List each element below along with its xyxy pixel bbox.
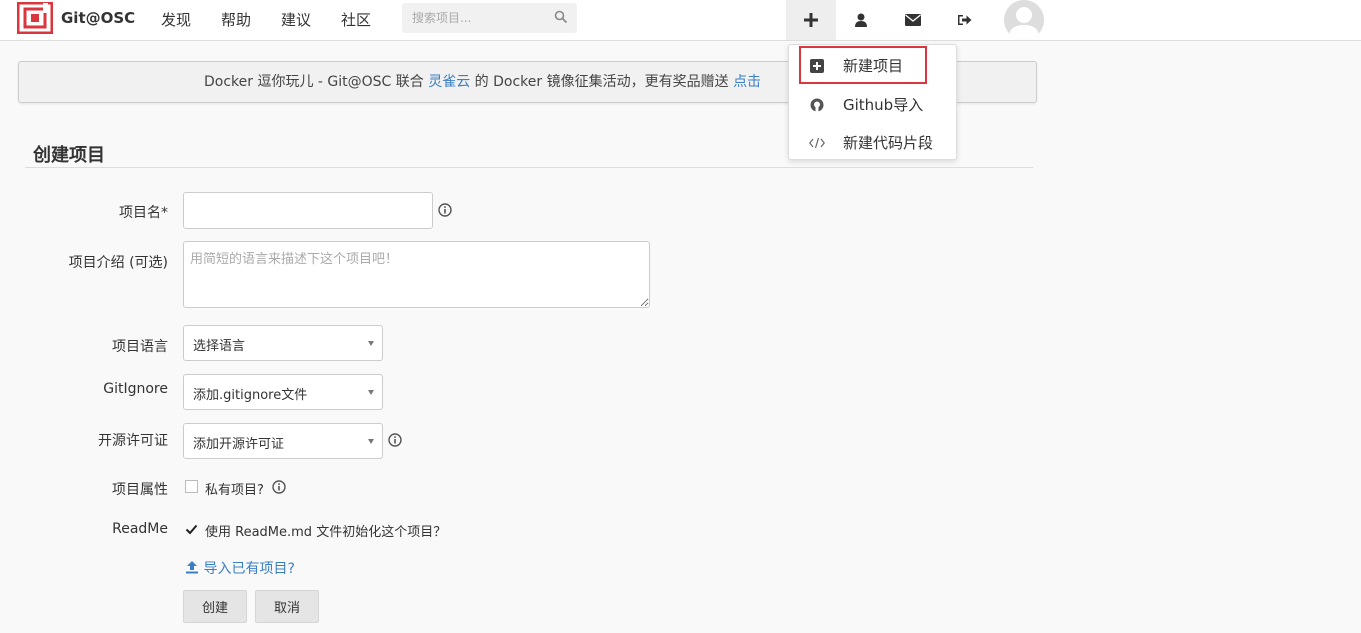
readme-checkbox-label[interactable]: 使用 ReadMe.md 文件初始化这个项目？ — [205, 521, 446, 540]
readme-label: ReadMe — [112, 521, 168, 537]
default-avatar-icon — [1004, 0, 1044, 40]
create-button[interactable]: 创建 — [183, 590, 247, 623]
brand-name[interactable]: Git@OSC — [61, 9, 135, 27]
project-description-label: 项目介绍 (可选) — [68, 255, 168, 271]
user-icon — [855, 13, 867, 27]
license-select[interactable]: 添加开源许可证 — [183, 423, 383, 459]
nav-link-help[interactable]: 帮助 — [221, 9, 251, 30]
menu-item-new-snippet[interactable]: 新建代码片段 — [789, 124, 956, 160]
menu-item-github-import[interactable]: Github导入 — [789, 86, 956, 122]
license-selected-value: 添加开源许可证 — [193, 437, 285, 452]
readme-checkbox-checked-icon[interactable] — [185, 523, 198, 536]
banner-link-click[interactable]: 点击 — [733, 74, 761, 90]
github-icon — [809, 97, 825, 113]
info-icon[interactable] — [272, 480, 286, 494]
avatar[interactable] — [1004, 0, 1044, 40]
menu-item-label: 新建项目 — [843, 57, 904, 75]
page-title: 创建项目 — [33, 145, 105, 166]
menu-item-new-project[interactable]: 新建项目 — [789, 47, 956, 83]
banner-link-alauda[interactable]: 灵雀云 — [428, 74, 470, 90]
banner-text-start: Docker 逗你玩儿 - Git@OSC 联合 — [204, 74, 429, 90]
caret-down-icon — [368, 390, 374, 395]
info-icon[interactable] — [388, 433, 402, 447]
language-select[interactable]: 选择语言 — [183, 325, 383, 361]
nav-link-suggest[interactable]: 建议 — [281, 9, 311, 30]
messages-button[interactable] — [888, 0, 938, 40]
sign-out-icon — [958, 15, 972, 25]
code-icon — [809, 135, 825, 151]
title-divider — [25, 167, 1033, 168]
upload-icon — [186, 561, 198, 574]
user-button[interactable] — [836, 0, 886, 40]
banner-text-middle: 的 Docker 镜像征集活动，更有奖品赠送 — [470, 74, 734, 90]
import-project-link[interactable]: 导入已有项目? — [185, 558, 295, 578]
top-navbar: Git@OSC 发现 帮助 建议 社区 — [0, 0, 1361, 41]
import-project-label: 导入已有项目? — [203, 561, 295, 577]
gitignore-selected-value: 添加.gitignore文件 — [193, 388, 308, 403]
nav-link-discover[interactable]: 发现 — [161, 9, 191, 30]
search-input[interactable] — [402, 3, 577, 33]
language-selected-value: 选择语言 — [193, 339, 246, 354]
language-label: 项目语言 — [112, 339, 168, 355]
project-name-label: 项目名* — [119, 205, 168, 221]
gitignore-select[interactable]: 添加.gitignore文件 — [183, 374, 383, 410]
private-checkbox-label[interactable]: 私有项目? — [205, 479, 264, 498]
logout-button[interactable] — [940, 0, 990, 40]
caret-down-icon — [368, 341, 374, 346]
gitignore-label: GitIgnore — [103, 381, 168, 397]
new-menu-button[interactable] — [786, 0, 836, 40]
property-label: 项目属性 — [112, 482, 168, 498]
plus-icon — [804, 13, 818, 27]
caret-down-icon — [368, 439, 374, 444]
plus-square-icon — [809, 58, 825, 74]
envelope-icon — [905, 14, 921, 26]
cancel-button[interactable]: 取消 — [255, 590, 319, 623]
nav-link-community[interactable]: 社区 — [341, 9, 371, 30]
new-dropdown-menu: 新建项目 Github导入 新建代码片段 — [788, 44, 957, 160]
license-label: 开源许可证 — [98, 433, 168, 449]
search-icon[interactable] — [554, 10, 568, 24]
info-icon[interactable] — [438, 203, 452, 217]
menu-item-label: Github导入 — [843, 96, 924, 114]
project-name-input[interactable] — [183, 192, 433, 229]
private-checkbox[interactable] — [185, 480, 198, 493]
git-osc-logo-icon[interactable] — [17, 2, 53, 34]
menu-item-label: 新建代码片段 — [843, 134, 934, 152]
project-description-textarea[interactable] — [183, 241, 650, 308]
